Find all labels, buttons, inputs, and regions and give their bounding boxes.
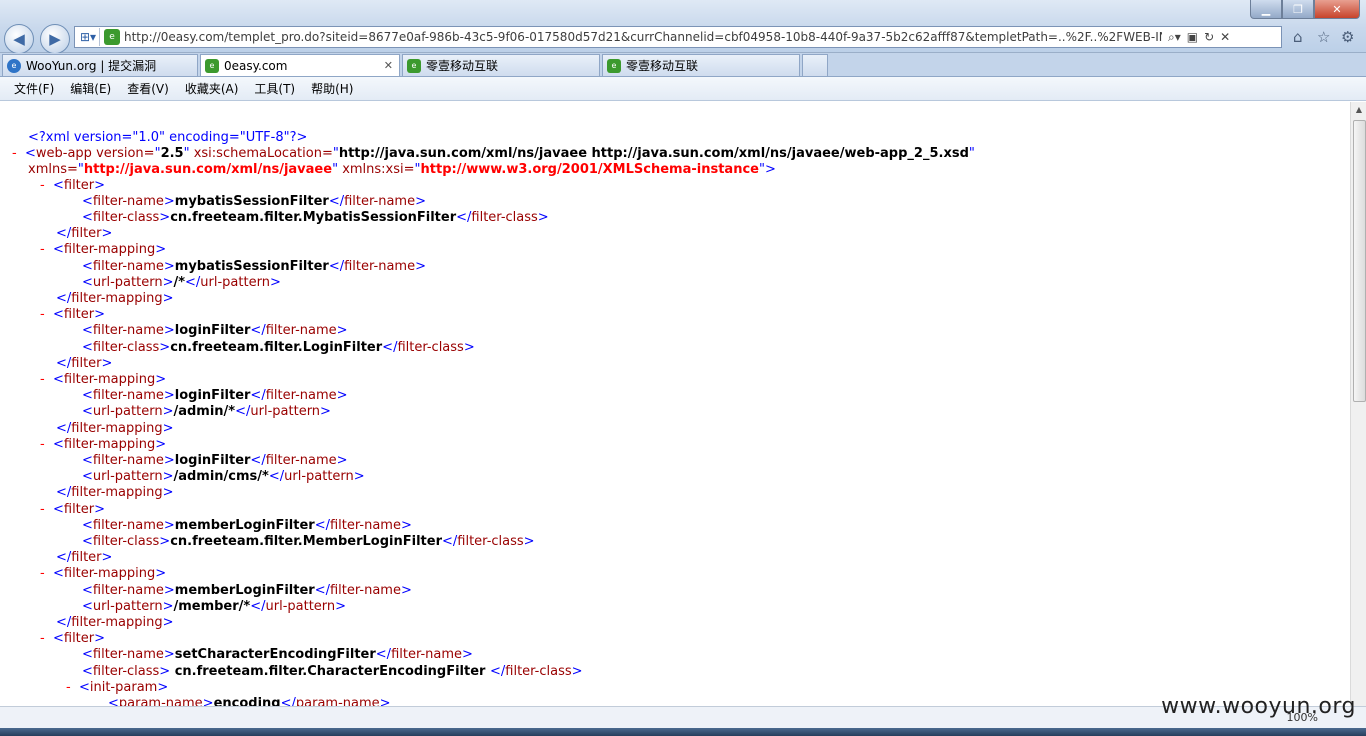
collapse-toggle[interactable]: - [40, 566, 45, 581]
filter-name-line: <filter-name>memberLoginFilter</filter-n… [82, 518, 412, 533]
home-icon[interactable]: ⌂ [1293, 28, 1303, 46]
menu-file[interactable]: 文件(F) [14, 80, 54, 97]
new-tab-button[interactable] [802, 54, 828, 76]
menu-tools[interactable]: 工具(T) [254, 80, 295, 97]
menu-favorites[interactable]: 收藏夹(A) [185, 80, 239, 97]
minimize-icon[interactable]: ▁ [1250, 0, 1282, 19]
menu-edit[interactable]: 编辑(E) [70, 80, 111, 97]
filter-name-line: <filter-name>loginFilter</filter-name> [82, 388, 348, 403]
stop-icon[interactable]: ✕ [1220, 30, 1230, 45]
add-favorite-icon[interactable]: ⊞▾ [77, 28, 100, 46]
collapse-toggle[interactable]: - [40, 372, 45, 387]
filter-close: </filter> [56, 550, 113, 565]
menu-view[interactable]: 查看(V) [127, 80, 169, 97]
webapp-xmlns-line: xmlns="http://java.sun.com/xml/ns/javaee… [28, 162, 776, 177]
filter-open: - <filter> [40, 178, 106, 193]
address-bar[interactable]: ⊞▾ e http://0easy.com/templet_pro.do?sit… [74, 26, 1282, 48]
filter-name-line: <filter-name>mybatisSessionFilter</filte… [82, 259, 426, 274]
tab-label: 0easy.com [224, 58, 288, 73]
search-icon[interactable]: ⌕▾ [1168, 30, 1181, 45]
tab-lingyi-1[interactable]: e 零壹移动互联 [402, 54, 600, 76]
maximize-icon[interactable]: ❐ [1282, 0, 1314, 19]
tools-gear-icon[interactable]: ⚙ [1341, 28, 1354, 46]
tab-strip: e WooYun.org | 提交漏洞 e 0easy.com ✕ e 零壹移动… [0, 53, 1366, 77]
filter-name-line: <filter-name>loginFilter</filter-name> [82, 453, 348, 468]
collapse-toggle[interactable]: - [40, 307, 45, 322]
scroll-thumb[interactable] [1353, 120, 1366, 402]
xml-document-view: <?xml version="1.0" encoding="UTF-8"?> -… [0, 102, 1350, 706]
filter-open: - <filter> [40, 502, 106, 517]
collapse-toggle[interactable]: - [40, 502, 45, 517]
menu-help[interactable]: 帮助(H) [311, 80, 353, 97]
compat-view-icon[interactable]: ▣ [1187, 30, 1198, 45]
site-favicon-icon: e [205, 58, 219, 73]
favorites-star-icon[interactable]: ☆ [1317, 28, 1330, 46]
init-param-open: - <init-param> [66, 680, 169, 695]
filter-class-line: <filter-class>cn.freeteam.filter.Mybatis… [82, 210, 549, 225]
tab-wooyun[interactable]: e WooYun.org | 提交漏洞 [2, 54, 198, 76]
tab-0easy[interactable]: e 0easy.com ✕ [200, 54, 400, 76]
filter-class-line: <filter-class>cn.freeteam.filter.LoginFi… [82, 340, 475, 355]
tab-label: 零壹移动互联 [426, 59, 499, 73]
url-text[interactable]: http://0easy.com/templet_pro.do?siteid=8… [124, 30, 1162, 44]
menu-bar: 文件(F) 编辑(E) 查看(V) 收藏夹(A) 工具(T) 帮助(H) [0, 77, 1366, 101]
param-name-line: <param-name>encoding</param-name> [108, 696, 391, 706]
collapse-toggle[interactable]: - [40, 437, 45, 452]
filter-mapping-open: - <filter-mapping> [40, 372, 167, 387]
filter-mapping-open: - <filter-mapping> [40, 437, 167, 452]
forward-button[interactable]: ▶ [40, 24, 70, 54]
xml-declaration: <?xml version="1.0" encoding="UTF-8"?> [28, 130, 308, 145]
watermark: www.wooyun.org [1161, 694, 1356, 719]
filter-close: </filter> [56, 356, 113, 371]
collapse-toggle[interactable]: - [40, 242, 45, 257]
scroll-up-icon[interactable]: ▲ [1351, 102, 1366, 118]
url-pattern-line: <url-pattern>/admin/cms/*</url-pattern> [82, 469, 365, 484]
taskbar [0, 728, 1366, 736]
ie-icon: e [7, 58, 21, 73]
filter-class-line: <filter-class> cn.freeteam.filter.Charac… [82, 664, 583, 679]
site-favicon-icon: e [407, 58, 421, 73]
tab-label: WooYun.org | 提交漏洞 [26, 59, 157, 73]
filter-name-line: <filter-name>loginFilter</filter-name> [82, 323, 348, 338]
refresh-icon[interactable]: ↻ [1204, 30, 1214, 45]
browser-address-bar-area: ▁ ❐ ✕ ◀ ▶ ⊞▾ e http://0easy.com/templet_… [0, 0, 1366, 54]
window-caption-buttons: ▁ ❐ ✕ [1250, 0, 1360, 19]
tab-close-icon[interactable]: ✕ [384, 59, 393, 72]
back-button[interactable]: ◀ [4, 24, 34, 54]
collapse-toggle[interactable]: - [40, 178, 45, 193]
collapse-toggle[interactable]: - [40, 631, 45, 646]
filter-open: - <filter> [40, 631, 106, 646]
filter-name-line: <filter-name>setCharacterEncodingFilter<… [82, 647, 473, 662]
close-window-icon[interactable]: ✕ [1314, 0, 1360, 19]
url-pattern-line: <url-pattern>/*</url-pattern> [82, 275, 281, 290]
webapp-open-line: - <web-app version="2.5" xsi:schemaLocat… [12, 146, 975, 161]
url-pattern-line: <url-pattern>/admin/*</url-pattern> [82, 404, 331, 419]
filter-open: - <filter> [40, 307, 106, 322]
filter-name-line: <filter-name>memberLoginFilter</filter-n… [82, 583, 412, 598]
site-favicon-icon: e [104, 29, 120, 45]
tab-label: 零壹移动互联 [626, 59, 699, 73]
filter-name-line: <filter-name>mybatisSessionFilter</filte… [82, 194, 426, 209]
filter-mapping-close: </filter-mapping> [56, 615, 174, 630]
tab-lingyi-2[interactable]: e 零壹移动互联 [602, 54, 800, 76]
url-pattern-line: <url-pattern>/member/*</url-pattern> [82, 599, 347, 614]
filter-class-line: <filter-class>cn.freeteam.filter.MemberL… [82, 534, 535, 549]
collapse-toggle[interactable]: - [12, 146, 17, 161]
filter-mapping-close: </filter-mapping> [56, 291, 174, 306]
filter-mapping-open: - <filter-mapping> [40, 566, 167, 581]
filter-mapping-close: </filter-mapping> [56, 421, 174, 436]
vertical-scrollbar[interactable]: ▲ [1350, 102, 1366, 706]
collapse-toggle[interactable]: - [66, 680, 71, 695]
filter-mapping-close: </filter-mapping> [56, 485, 174, 500]
site-favicon-icon: e [607, 58, 621, 73]
filter-mapping-open: - <filter-mapping> [40, 242, 167, 257]
filter-close: </filter> [56, 226, 113, 241]
